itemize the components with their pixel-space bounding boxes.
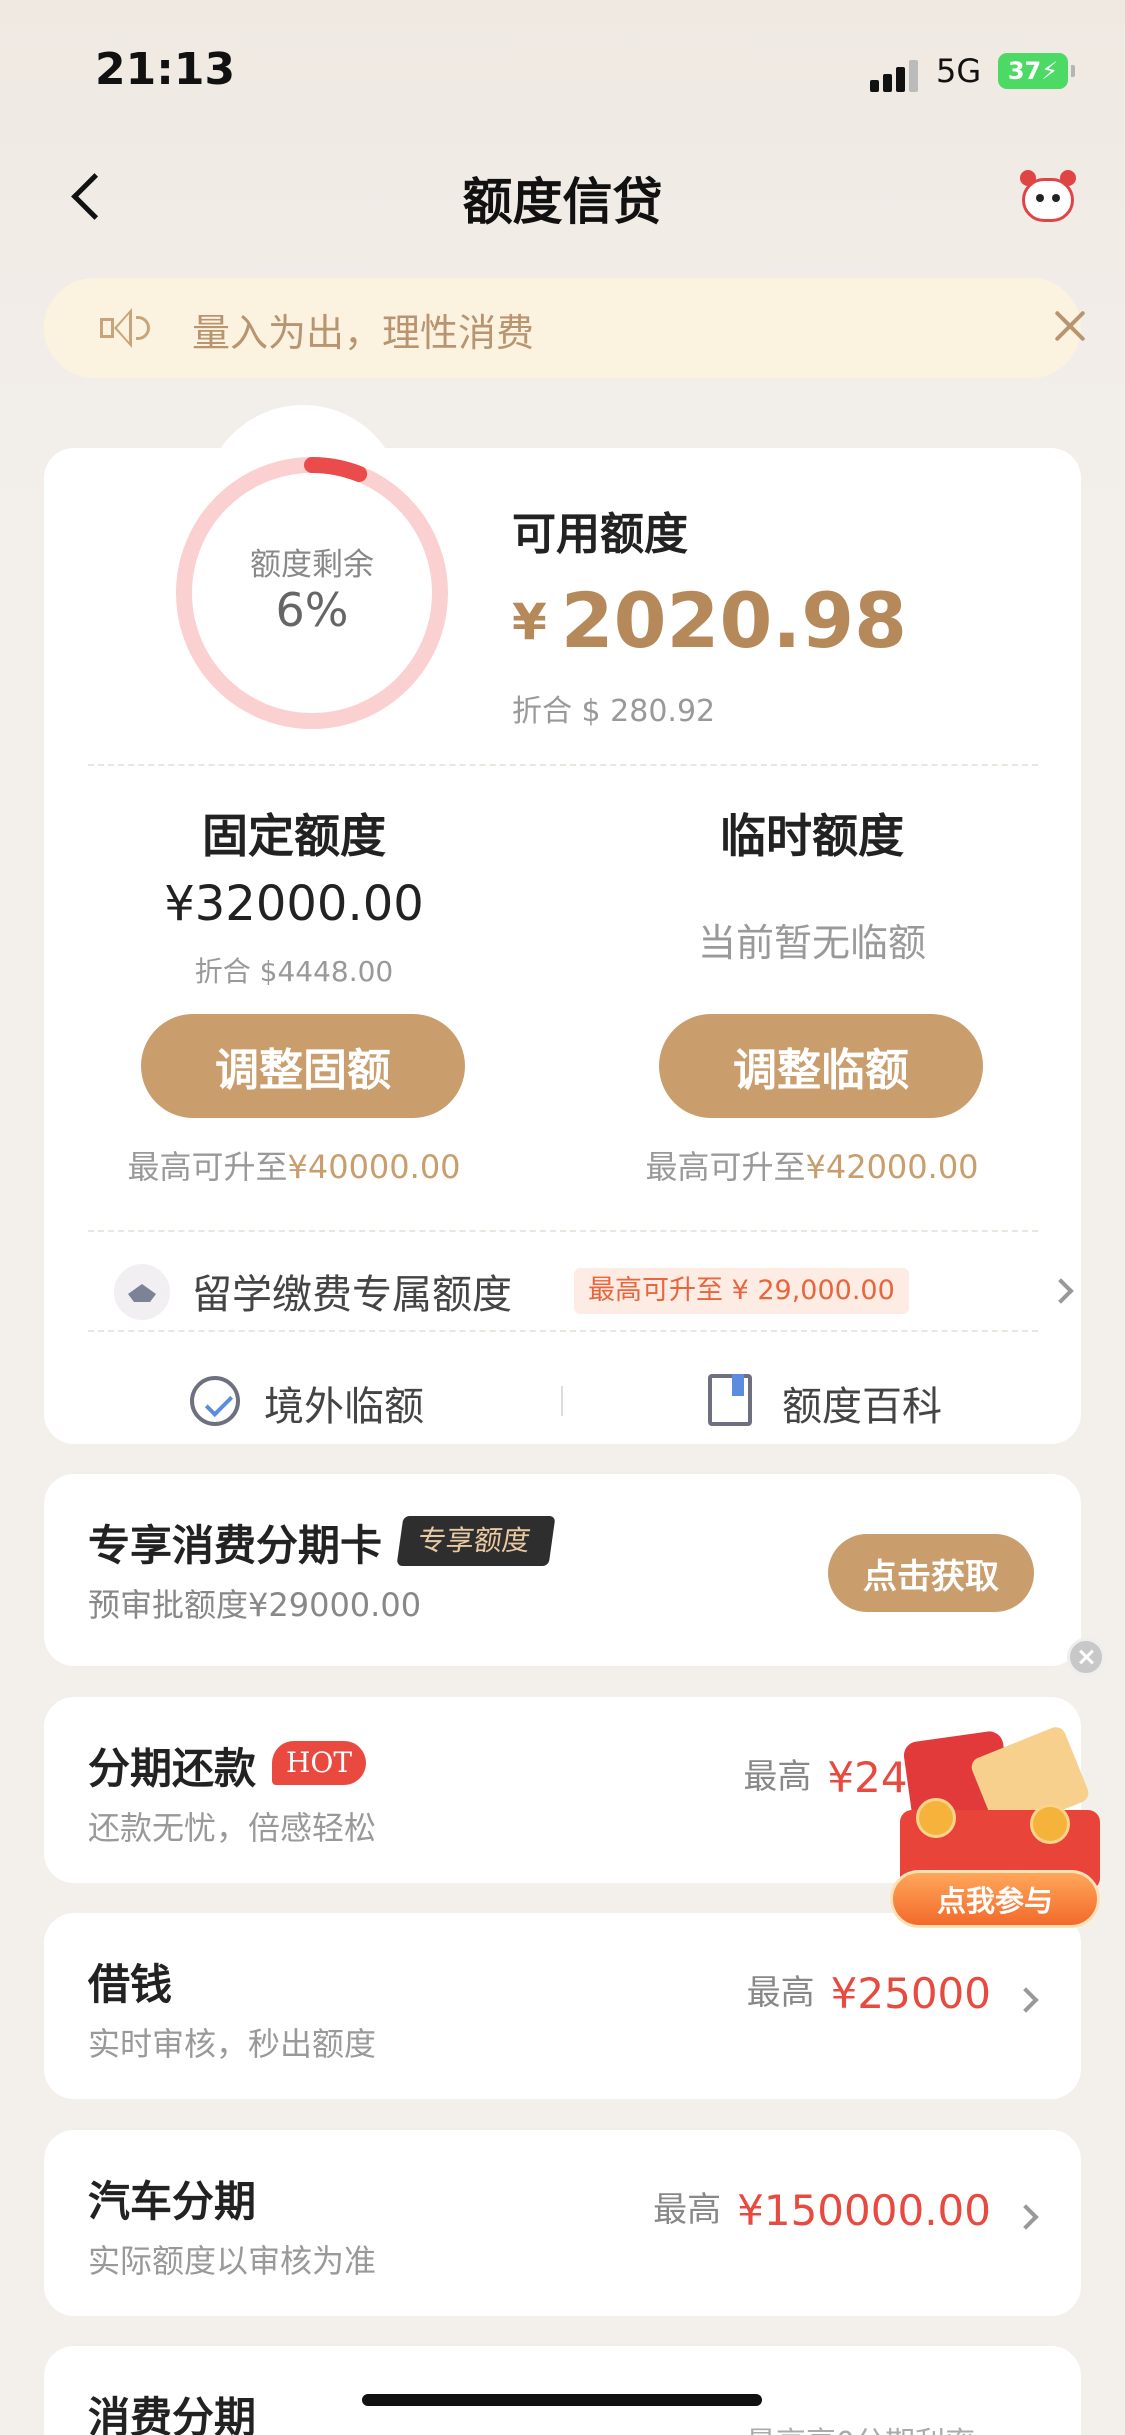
study-abroad-badge: 最高可升至 ¥ 29,000.00: [574, 1268, 909, 1314]
promo-join-button[interactable]: 点我参与: [890, 1870, 1100, 1928]
overseas-label: 境外临额: [264, 1384, 424, 1430]
status-time: 21:13: [95, 44, 236, 95]
close-icon[interactable]: [1048, 304, 1092, 348]
temporary-empty: 当前暂无临额: [697, 921, 926, 965]
mascot-service-icon[interactable]: [1016, 170, 1080, 226]
status-bar: 21:13 5G 37 ⚡: [0, 0, 1125, 140]
car-title: 汽车分期: [88, 2177, 257, 2226]
adjust-temporary-button[interactable]: 调整临额: [659, 1014, 983, 1118]
borrow-title: 借钱: [88, 1960, 173, 2009]
speaker-icon: [100, 306, 150, 350]
installment-max-label: 最高: [743, 1757, 812, 1797]
adjust-fixed-button[interactable]: 调整固额: [141, 1014, 465, 1118]
borrow-max-label: 最高: [746, 1973, 815, 2013]
temporary-max-prefix: 最高可升至: [645, 1148, 806, 1186]
available-title: 可用额度: [512, 509, 688, 560]
battery-level: 37: [1007, 57, 1042, 85]
available-amount: ¥2020.98: [512, 576, 907, 665]
consume-title: 消费分期: [88, 2393, 257, 2435]
fixed-converted: 折合 $4448.00: [194, 955, 394, 988]
borrow-subtitle: 实时审核，秒出额度: [88, 2025, 377, 2063]
divider: [88, 764, 1038, 766]
ring-label: 额度剩余: [250, 547, 374, 583]
nav-bar: 额度信贷: [0, 150, 1125, 240]
borrow-max: 最高 ¥25000: [747, 1965, 991, 2018]
credit-card: 额度剩余 6% 可用额度 ¥2020.98 折合 $ 280.92 固定额度 ¥…: [44, 448, 1081, 1444]
hot-badge: HOT: [272, 1741, 367, 1785]
available-converted: 折合 $ 280.92: [512, 694, 716, 729]
book-icon: [708, 1374, 752, 1426]
installment-title: 分期还款: [88, 1744, 257, 1793]
consume-right-text: 最高享0分期利率: [746, 2426, 975, 2435]
vertical-divider: [561, 1386, 563, 1416]
notice-bar: 量入为出，理性消费: [44, 278, 1081, 378]
consume-right: 最高享0分期利率: [746, 2418, 991, 2435]
exclusive-title: 专享消费分期卡: [88, 1521, 383, 1570]
promo-widget[interactable]: 点我参与: [880, 1700, 1125, 1935]
chevron-right-icon: [1013, 1987, 1039, 2013]
study-abroad-row[interactable]: 留学缴费专属额度 最高可升至 ¥ 29,000.00: [114, 1256, 1074, 1326]
ring-percent: 6%: [275, 583, 349, 637]
installment-subtitle: 还款无忧，倍感轻松: [88, 1809, 377, 1847]
borrow-row[interactable]: 借钱 实时审核，秒出额度 最高 ¥25000: [44, 1913, 1081, 2099]
borrow-max-amount: ¥25000: [830, 1969, 991, 2018]
overseas-icon: [190, 1376, 240, 1426]
temporary-max: 最高可升至¥42000.00: [562, 1142, 1062, 1188]
consumer-installment-row[interactable]: 消费分期 最高享0分期利率: [44, 2346, 1081, 2435]
car-max: 最高 ¥150000.00: [653, 2182, 991, 2235]
fixed-max-prefix: 最高可升至: [127, 1148, 288, 1186]
chevron-right-icon: [1048, 1278, 1074, 1304]
available-value: 2020.98: [560, 576, 907, 665]
car-max-amount: ¥150000.00: [737, 2186, 991, 2235]
wiki-label: 额度百科: [782, 1384, 942, 1430]
fixed-amount: ¥32000.00: [164, 876, 424, 932]
exclusive-card[interactable]: 专享消费分期卡 专享额度 预审批额度¥29000.00 点击获取: [44, 1474, 1081, 1666]
study-abroad-label: 留学缴费专属额度: [192, 1272, 512, 1318]
divider: [88, 1330, 1038, 1332]
page-title: 额度信贷: [462, 173, 663, 231]
coin-icon: [916, 1798, 956, 1838]
signal-icon: [870, 58, 920, 92]
temporary-title: 临时额度: [720, 809, 904, 863]
fixed-title: 固定额度: [202, 809, 386, 863]
coin-icon: [1030, 1804, 1070, 1844]
car-subtitle: 实际额度以审核为准: [88, 2242, 377, 2280]
car-installment-row[interactable]: 汽车分期 实际额度以审核为准 最高 ¥150000.00: [44, 2130, 1081, 2316]
chevron-right-icon: [1013, 2204, 1039, 2230]
remaining-ring: 额度剩余 6%: [162, 443, 462, 743]
shortcut-row: 境外临额 额度百科: [44, 1366, 1081, 1436]
network-type: 5G: [936, 52, 982, 90]
notice-text: 量入为出，理性消费: [192, 311, 535, 355]
temporary-max-value: ¥42000.00: [805, 1148, 979, 1186]
battery-icon: 37 ⚡: [998, 53, 1075, 89]
graduation-cap-icon: [114, 1264, 170, 1320]
exclusive-badge: 专享额度: [396, 1516, 556, 1566]
get-button[interactable]: 点击获取: [828, 1534, 1034, 1612]
promo-close-icon[interactable]: [1067, 1638, 1105, 1676]
fixed-max-value: ¥40000.00: [287, 1148, 461, 1186]
fixed-max: 最高可升至¥40000.00: [44, 1142, 544, 1188]
exclusive-subtitle: 预审批额度¥29000.00: [88, 1586, 422, 1624]
home-indicator: [362, 2394, 762, 2406]
car-max-label: 最高: [653, 2190, 722, 2230]
currency-symbol: ¥: [512, 593, 547, 651]
divider: [88, 1230, 1038, 1232]
